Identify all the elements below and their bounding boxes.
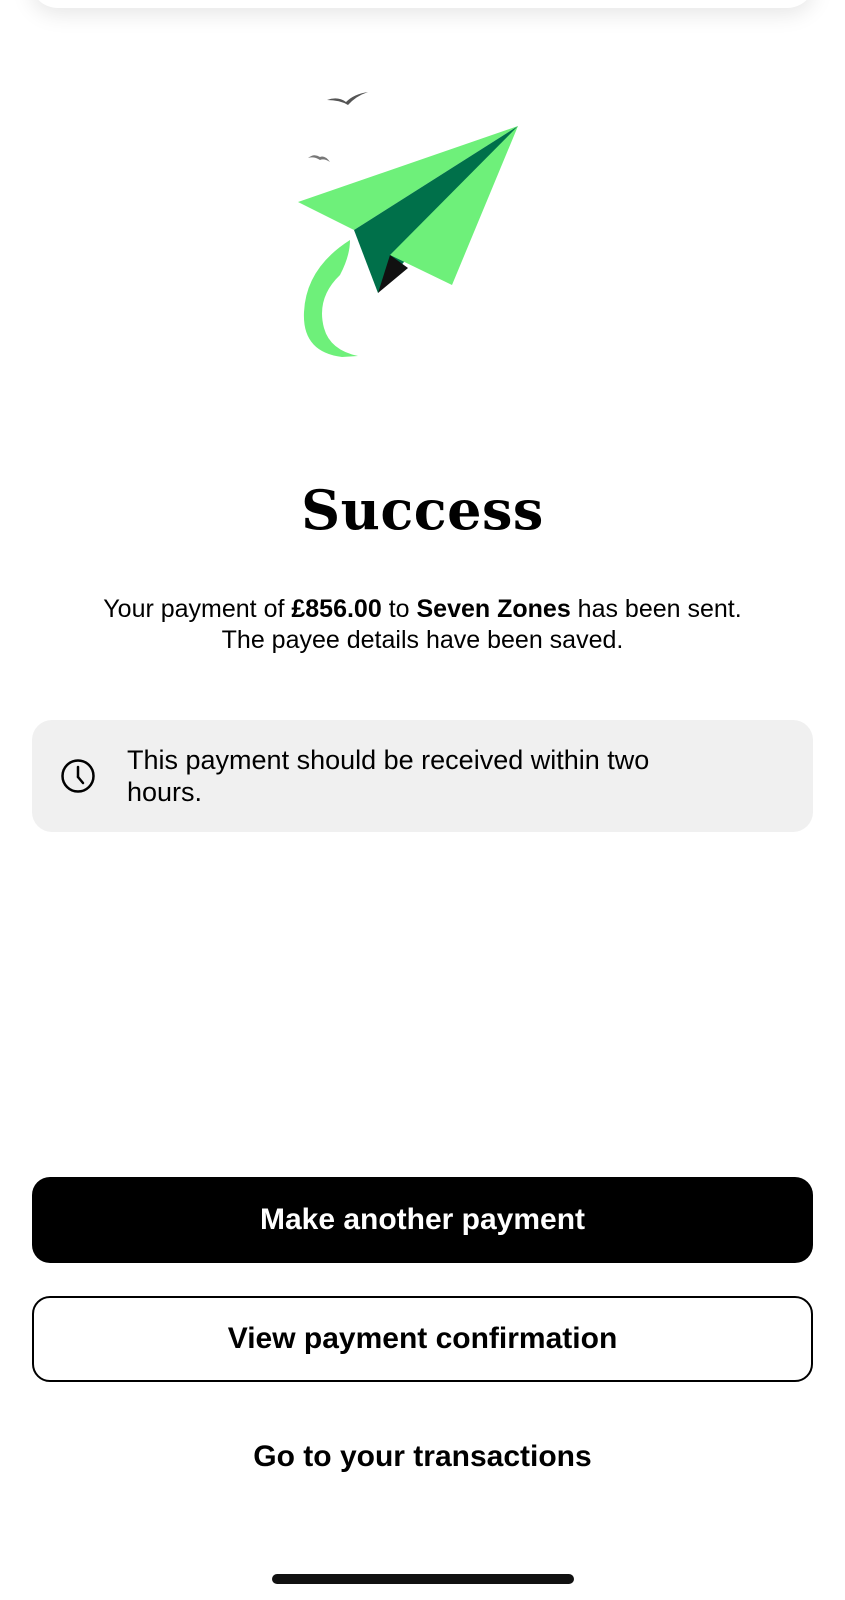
- clock-icon: [61, 759, 95, 793]
- home-indicator[interactable]: [272, 1574, 574, 1584]
- top-sheet-edge: [30, 0, 815, 8]
- page-title: Success: [301, 478, 544, 542]
- paper-plane-illustration: [290, 80, 550, 380]
- make-another-payment-label: Make another payment: [259, 1203, 586, 1236]
- bird-icon: [308, 155, 330, 162]
- payment-message-line1: Your payment of £856.00 to Seven Zones h…: [103, 595, 742, 623]
- delivery-info-text: This payment should be received within t…: [127, 745, 650, 807]
- make-another-payment-button[interactable]: Make another payment: [32, 1177, 813, 1263]
- delivery-info-box: This payment should be received within t…: [32, 720, 813, 832]
- payment-amount: £856.00: [291, 595, 382, 623]
- go-to-transactions-label: Go to your transactions: [253, 1440, 592, 1473]
- bird-icon: [327, 92, 368, 105]
- payee-name: Seven Zones: [416, 595, 571, 623]
- paper-plane-icon: [298, 92, 518, 357]
- view-payment-confirmation-label: View payment confirmation: [227, 1322, 618, 1355]
- trail-shape: [303, 240, 358, 357]
- payment-message: Your payment of £856.00 to Seven Zones h…: [30, 594, 815, 656]
- go-to-transactions-link[interactable]: Go to your transactions: [32, 1414, 813, 1500]
- payment-message-line2: The payee details have been saved.: [221, 626, 624, 654]
- view-payment-confirmation-button[interactable]: View payment confirmation: [32, 1296, 813, 1382]
